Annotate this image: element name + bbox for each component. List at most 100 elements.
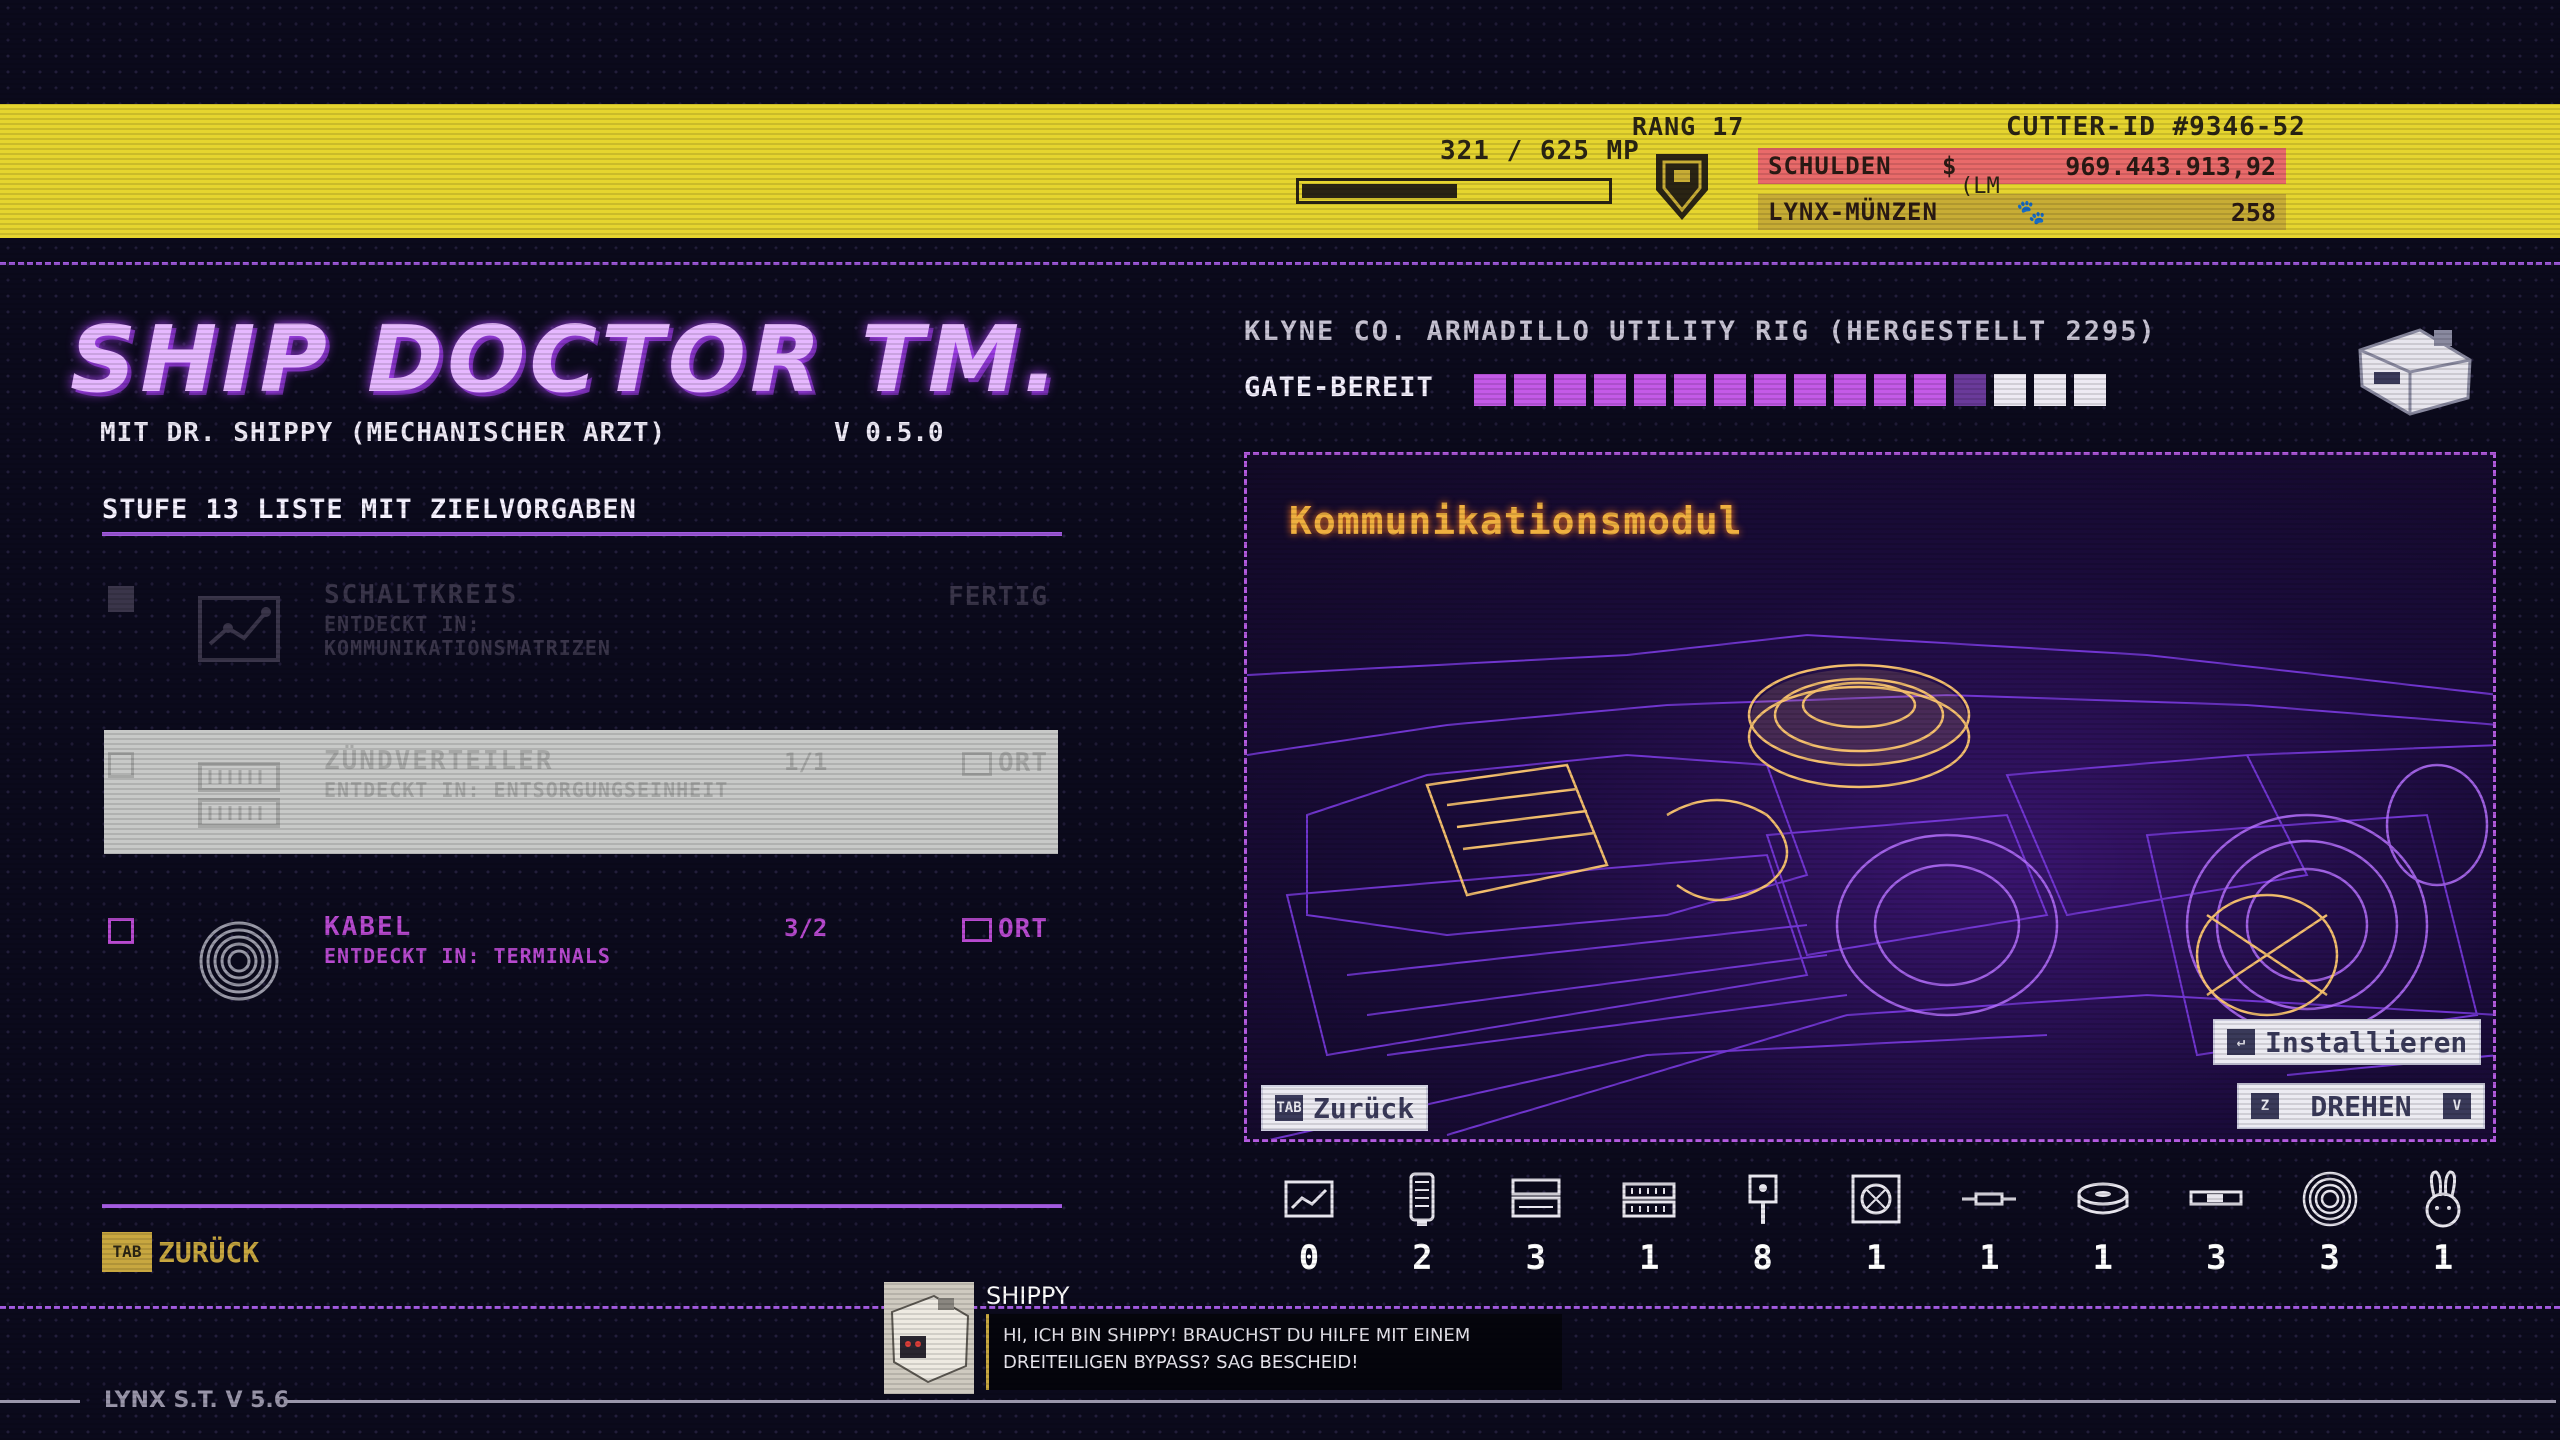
connector-icon bbox=[1748, 1174, 1778, 1224]
rotate-label: DREHEN bbox=[2310, 1089, 2412, 1123]
objective-row-distributor[interactable]: ZÜNDVERTEILER ENTDECKT IN: ENTSORGUNGSEI… bbox=[104, 730, 1058, 854]
bottom-divider bbox=[0, 1306, 2560, 1309]
z-key-icon[interactable]: Z bbox=[2251, 1093, 2279, 1119]
bunny-icon bbox=[2425, 1170, 2461, 1228]
objectives-bottom-divider bbox=[102, 1204, 1062, 1208]
objective-found-in: ENTDECKT IN: ENTSORGUNGSEINHEIT bbox=[324, 778, 729, 802]
objective-checkbox[interactable] bbox=[108, 752, 134, 778]
inventory-count: 2 bbox=[1412, 1238, 1433, 1278]
gate-segment-filled bbox=[1634, 374, 1666, 406]
gate-segment-filled bbox=[1714, 374, 1746, 406]
inventory-count: 1 bbox=[2432, 1238, 2454, 1278]
location-label: ORT bbox=[998, 914, 1048, 944]
distributor-icon bbox=[1622, 1182, 1676, 1218]
objective-checkbox[interactable] bbox=[108, 586, 134, 612]
fuse-icon bbox=[1962, 1192, 2017, 1206]
gate-segment-filled bbox=[1794, 374, 1826, 406]
app-version: V 0.5.0 bbox=[834, 418, 944, 448]
viewer-back-button[interactable]: TAB Zurück bbox=[1261, 1085, 1429, 1131]
v-key-icon[interactable]: V bbox=[2443, 1093, 2471, 1119]
mp-counter: 321 / 625 MP bbox=[1440, 136, 1640, 166]
objective-found-in: ENTDECKT IN: TERMINALS bbox=[324, 944, 611, 968]
objective-row-circuit[interactable]: SCHALTKREIS ENTDECKT IN: KOMMUNIKATIONSM… bbox=[104, 564, 1058, 690]
gate-segment-filled bbox=[1554, 374, 1586, 406]
app-subtitle: MIT DR. SHIPPY (MECHANISCHER ARZT) bbox=[100, 418, 667, 448]
dollar-icon: $ bbox=[1942, 152, 1957, 180]
inventory-count: 0 bbox=[1298, 1238, 1320, 1278]
circuit-board-icon bbox=[1284, 1180, 1334, 1218]
coins-value: 258 bbox=[2230, 198, 2276, 227]
inventory-item[interactable]: 1 bbox=[1944, 1168, 2034, 1278]
part-title: Kommunikationsmodul bbox=[1289, 499, 1743, 543]
gate-segment-filled bbox=[1914, 374, 1946, 406]
tab-key-icon: TAB bbox=[1275, 1095, 1303, 1121]
gate-segment-filled bbox=[1594, 374, 1626, 406]
gate-ready-bar bbox=[1474, 374, 2106, 406]
objectives-divider bbox=[102, 532, 1062, 536]
location-button[interactable]: ORT bbox=[962, 914, 1048, 944]
stacked-module-icon bbox=[1511, 1178, 1561, 1218]
ship-thumbnail-icon bbox=[2358, 328, 2472, 416]
inventory-item[interactable]: 1 bbox=[2398, 1168, 2488, 1278]
viewer-back-label: Zurück bbox=[1313, 1091, 1415, 1125]
gate-segment-filled bbox=[1674, 374, 1706, 406]
inventory-item[interactable]: 2 bbox=[1377, 1168, 1467, 1278]
tab-key-icon: TAB bbox=[102, 1232, 152, 1272]
canister-icon bbox=[1409, 1172, 1435, 1226]
cable-coil-icon bbox=[2302, 1171, 2357, 1227]
mp-progress-bar bbox=[1296, 178, 1612, 204]
inventory-item[interactable]: 3 bbox=[2285, 1168, 2375, 1278]
app-title: SHIP DOCTOR TM. bbox=[70, 306, 1063, 413]
map-icon bbox=[962, 917, 993, 942]
inventory-item[interactable]: 3 bbox=[1491, 1168, 1581, 1278]
back-label: ZURÜCK bbox=[158, 1235, 260, 1269]
rotate-control[interactable]: Z DREHEN V bbox=[2237, 1083, 2485, 1129]
shippy-dialog: HI, ICH BIN SHIPPY! BRAUCHST DU HILFE MI… bbox=[986, 1314, 1562, 1390]
inventory-item[interactable]: 1 bbox=[1831, 1168, 1921, 1278]
coins-label: LYNX-MÜNZEN bbox=[1768, 198, 1938, 226]
gate-segment-filled bbox=[1874, 374, 1906, 406]
inventory-count: 1 bbox=[1979, 1238, 2000, 1278]
inventory-item[interactable]: 1 bbox=[2058, 1168, 2148, 1278]
cable-coil-icon bbox=[199, 921, 279, 1001]
gate-segment-filled bbox=[1474, 374, 1506, 406]
objectives-heading: STUFE 13 LISTE MIT ZIELVORGABEN bbox=[102, 494, 637, 525]
enter-key-icon: ↵ bbox=[2227, 1029, 2255, 1055]
objective-count: 1/1 bbox=[784, 748, 828, 776]
rank-label: RANG 17 bbox=[1632, 112, 1745, 141]
lm-tag: (LM bbox=[1960, 174, 2000, 199]
inventory-item[interactable]: 8 bbox=[1718, 1168, 1808, 1278]
part-viewer[interactable]: Kommunikationsmodul TAB Zurück ↵ Installie… bbox=[1244, 452, 2496, 1142]
location-button[interactable]: ORT bbox=[962, 748, 1048, 778]
install-label: Installieren bbox=[2265, 1025, 2468, 1059]
shippy-line-2: DREITEILIGEN BYPASS? SAG BESCHEID! bbox=[1003, 1352, 1359, 1373]
mp-progress-fill bbox=[1302, 184, 1458, 198]
install-button[interactable]: ↵ Installieren bbox=[2213, 1019, 2482, 1065]
location-label: ORT bbox=[998, 748, 1048, 778]
inventory-item[interactable]: 0 bbox=[1264, 1168, 1354, 1278]
distributor-icon bbox=[198, 762, 280, 828]
objective-name: KABEL bbox=[324, 912, 413, 942]
inventory-item[interactable]: 3 bbox=[2171, 1168, 2261, 1278]
back-button[interactable]: TAB ZURÜCK bbox=[102, 1232, 259, 1272]
inventory-item[interactable]: 1 bbox=[1604, 1168, 1694, 1278]
objective-count: 3/2 bbox=[784, 914, 828, 942]
objective-checkbox[interactable] bbox=[108, 918, 134, 944]
gate-segment-empty bbox=[2034, 374, 2066, 406]
gate-segment-filled bbox=[1514, 374, 1546, 406]
footer-line bbox=[286, 1400, 2556, 1403]
debt-value: 969.443.913,92 bbox=[2065, 152, 2276, 181]
gate-segment-empty bbox=[2074, 374, 2106, 406]
parts-inventory: 0 2 3 1 8 1 1 1 3 3 1 bbox=[1252, 1168, 2492, 1288]
objective-name: SCHALTKREIS bbox=[324, 580, 519, 610]
tape-roll-icon bbox=[2077, 1182, 2129, 1215]
rod-icon bbox=[2189, 1190, 2243, 1206]
shippy-line-1: HI, ICH BIN SHIPPY! BRAUCHST DU HILFE MI… bbox=[1003, 1325, 1471, 1346]
inventory-count: 3 bbox=[2205, 1238, 2227, 1278]
gate-segment-partial bbox=[1954, 374, 1986, 406]
objective-status: FERTIG bbox=[948, 582, 1048, 612]
footer-line bbox=[0, 1400, 80, 1403]
objective-row-cable[interactable]: KABEL ENTDECKT IN: TERMINALS 3/2 ORT bbox=[104, 896, 1058, 1022]
inventory-count: 1 bbox=[1638, 1238, 1660, 1278]
cutter-id: CUTTER-ID #9346-52 bbox=[2006, 112, 2306, 142]
